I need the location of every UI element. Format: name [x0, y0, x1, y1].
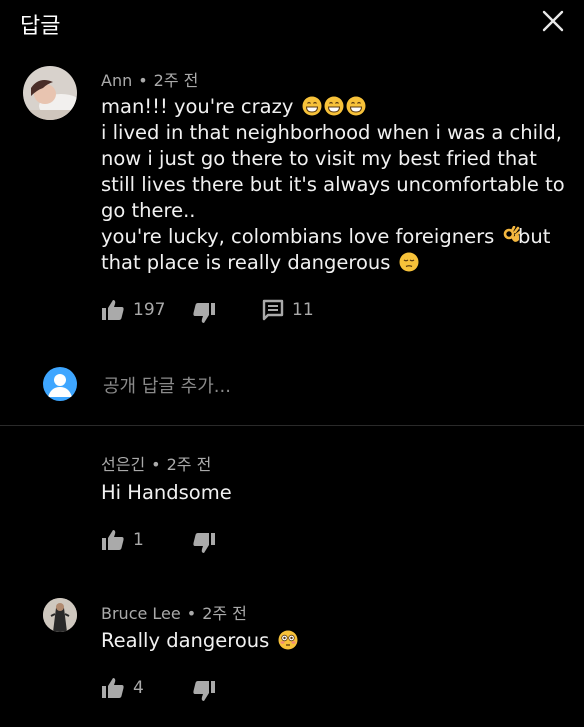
close-icon	[542, 10, 564, 32]
comment-line: that place is really dangerous	[101, 251, 391, 274]
like-button[interactable]: 4	[101, 677, 144, 699]
comment-line: you're lucky, colombians love foreigners	[101, 225, 495, 248]
reply-text-content: Really dangerous	[101, 629, 270, 652]
comment-body: man!!! you're crazy i lived in that neig…	[101, 94, 565, 250]
divider	[0, 425, 584, 426]
thumbs-down-icon	[193, 303, 215, 323]
reply-meta: Bruce Lee • 2주 전	[101, 604, 247, 623]
page-title: 답글	[20, 14, 61, 39]
thumbs-down-icon	[193, 681, 215, 701]
reply-count: 11	[292, 300, 314, 320]
pensive-face-icon	[399, 252, 419, 272]
dislike-button[interactable]	[192, 680, 216, 702]
reply-time[interactable]: 2주 전	[202, 604, 247, 623]
grinning-face-icon	[346, 96, 366, 116]
person-icon	[48, 374, 72, 397]
thumbs-up-icon	[102, 678, 124, 698]
comment-line: go there..	[101, 199, 196, 222]
flushed-face-icon	[278, 630, 297, 650]
header: 답글	[0, 0, 584, 44]
reply-text: Really dangerous	[101, 628, 298, 654]
thumbs-up-icon	[102, 530, 124, 550]
thumbs-up-icon	[102, 300, 124, 320]
avatar[interactable]	[23, 66, 77, 120]
like-button[interactable]: 1	[101, 529, 144, 551]
dislike-button[interactable]	[192, 532, 216, 554]
comment-line-tail: but	[518, 225, 551, 248]
grinning-face-icon	[302, 96, 322, 116]
reply-input[interactable]: 공개 답글 추가...	[103, 372, 231, 398]
grinning-face-icon	[324, 96, 344, 116]
reply-text: Hi Handsome	[101, 481, 232, 504]
like-button[interactable]: 197	[101, 299, 165, 321]
reply-icon	[262, 299, 284, 321]
reply-author[interactable]: Bruce Lee	[101, 604, 181, 623]
avatar[interactable]	[43, 598, 77, 632]
comment-meta: Ann • 2주 전	[101, 71, 199, 90]
thumbs-down-icon	[193, 533, 215, 553]
comment-line: i lived in that neighborhood when i was …	[101, 121, 563, 144]
like-count: 1	[133, 530, 144, 550]
comment-line: still lives there but it's always uncomf…	[101, 173, 565, 196]
comment-author[interactable]: Ann	[101, 71, 132, 90]
like-count: 4	[133, 678, 144, 698]
comment-line: man!!! you're crazy	[101, 95, 294, 118]
dislike-button[interactable]	[192, 302, 216, 324]
like-count: 197	[133, 300, 166, 320]
reply-time[interactable]: 2주 전	[167, 455, 212, 474]
comment-body-tail: that place is really dangerous	[101, 250, 419, 276]
comment-time[interactable]: 2주 전	[154, 71, 199, 90]
comment-line: now i just go there to visit my best fri…	[101, 147, 537, 170]
reply-meta: 선은긴 • 2주 전	[101, 455, 212, 474]
user-avatar[interactable]	[43, 367, 77, 401]
reply-button[interactable]: 11	[262, 299, 314, 321]
reply-author[interactable]: 선은긴	[101, 455, 145, 474]
close-button[interactable]	[537, 5, 569, 37]
